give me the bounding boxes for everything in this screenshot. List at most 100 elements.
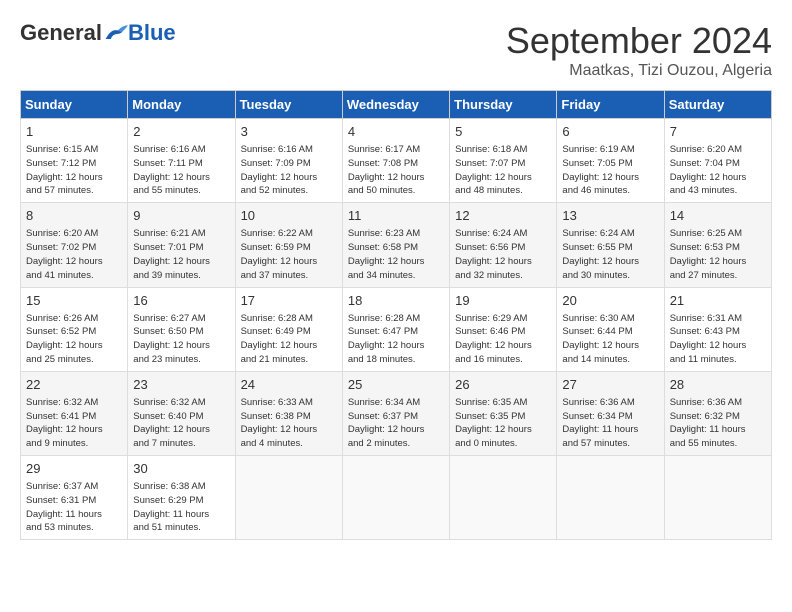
day-number: 3 — [241, 123, 337, 141]
day-number: 11 — [348, 207, 444, 225]
day-number: 10 — [241, 207, 337, 225]
weekday-header-monday: Monday — [128, 91, 235, 119]
calendar-day-cell: 9 Sunrise: 6:21 AM Sunset: 7:01 PM Daylig… — [128, 203, 235, 287]
calendar-day-cell: 14 Sunrise: 6:25 AM Sunset: 6:53 PM Dayli… — [664, 203, 771, 287]
day-number: 25 — [348, 376, 444, 394]
day-info: Sunrise: 6:30 AM Sunset: 6:44 PM Dayligh… — [562, 312, 658, 367]
day-info: Sunrise: 6:32 AM Sunset: 6:41 PM Dayligh… — [26, 396, 122, 451]
weekday-header-wednesday: Wednesday — [342, 91, 449, 119]
day-info: Sunrise: 6:19 AM Sunset: 7:05 PM Dayligh… — [562, 143, 658, 198]
calendar-title-area: September 2024 Maatkas, Tizi Ouzou, Alge… — [506, 20, 772, 80]
day-info: Sunrise: 6:18 AM Sunset: 7:07 PM Dayligh… — [455, 143, 551, 198]
calendar-day-cell: 30 Sunrise: 6:38 AM Sunset: 6:29 PM Dayli… — [128, 456, 235, 540]
day-number: 4 — [348, 123, 444, 141]
calendar-day-cell: 6 Sunrise: 6:19 AM Sunset: 7:05 PM Daylig… — [557, 119, 664, 203]
day-info: Sunrise: 6:24 AM Sunset: 6:55 PM Dayligh… — [562, 227, 658, 282]
day-info: Sunrise: 6:21 AM Sunset: 7:01 PM Dayligh… — [133, 227, 229, 282]
day-number: 24 — [241, 376, 337, 394]
day-info: Sunrise: 6:17 AM Sunset: 7:08 PM Dayligh… — [348, 143, 444, 198]
day-info: Sunrise: 6:26 AM Sunset: 6:52 PM Dayligh… — [26, 312, 122, 367]
calendar-empty-cell — [235, 456, 342, 540]
day-number: 27 — [562, 376, 658, 394]
calendar-week-row: 22 Sunrise: 6:32 AM Sunset: 6:41 PM Dayli… — [21, 371, 772, 455]
day-info: Sunrise: 6:24 AM Sunset: 6:56 PM Dayligh… — [455, 227, 551, 282]
day-number: 12 — [455, 207, 551, 225]
calendar-day-cell: 7Sunrise: 6:20 AM Sunset: 7:04 PM Daylig… — [664, 119, 771, 203]
day-number: 18 — [348, 292, 444, 310]
calendar-empty-cell — [450, 456, 557, 540]
calendar-day-cell: 26 Sunrise: 6:35 AM Sunset: 6:35 PM Dayli… — [450, 371, 557, 455]
logo-blue-text: Blue — [128, 20, 176, 46]
month-title: September 2024 — [506, 20, 772, 62]
day-number: 16 — [133, 292, 229, 310]
calendar-day-cell: 11 Sunrise: 6:23 AM Sunset: 6:58 PM Dayli… — [342, 203, 449, 287]
calendar-empty-cell — [664, 456, 771, 540]
calendar-day-cell: 15 Sunrise: 6:26 AM Sunset: 6:52 PM Dayli… — [21, 287, 128, 371]
day-info: Sunrise: 6:31 AM Sunset: 6:43 PM Dayligh… — [670, 312, 766, 367]
calendar-empty-cell — [557, 456, 664, 540]
logo: General Blue — [20, 20, 176, 46]
day-info: Sunrise: 6:20 AM Sunset: 7:02 PM Dayligh… — [26, 227, 122, 282]
calendar-day-cell: 5 Sunrise: 6:18 AM Sunset: 7:07 PM Daylig… — [450, 119, 557, 203]
calendar-day-cell: 27 Sunrise: 6:36 AM Sunset: 6:34 PM Dayli… — [557, 371, 664, 455]
logo-general-text: General — [20, 20, 102, 46]
calendar-day-cell: 8 Sunrise: 6:20 AM Sunset: 7:02 PM Daylig… — [21, 203, 128, 287]
calendar-day-cell: 24 Sunrise: 6:33 AM Sunset: 6:38 PM Dayli… — [235, 371, 342, 455]
day-number: 15 — [26, 292, 122, 310]
calendar-day-cell: 3 Sunrise: 6:16 AM Sunset: 7:09 PM Daylig… — [235, 119, 342, 203]
day-info: Sunrise: 6:22 AM Sunset: 6:59 PM Dayligh… — [241, 227, 337, 282]
day-info: Sunrise: 6:35 AM Sunset: 6:35 PM Dayligh… — [455, 396, 551, 451]
day-info: Sunrise: 6:36 AM Sunset: 6:34 PM Dayligh… — [562, 396, 658, 451]
day-number: 8 — [26, 207, 122, 225]
day-number: 20 — [562, 292, 658, 310]
day-number: 26 — [455, 376, 551, 394]
weekday-header-sunday: Sunday — [21, 91, 128, 119]
day-number: 28 — [670, 376, 766, 394]
calendar-day-cell: 2 Sunrise: 6:16 AM Sunset: 7:11 PM Daylig… — [128, 119, 235, 203]
calendar-day-cell: 20 Sunrise: 6:30 AM Sunset: 6:44 PM Dayli… — [557, 287, 664, 371]
day-info: Sunrise: 6:34 AM Sunset: 6:37 PM Dayligh… — [348, 396, 444, 451]
day-number: 23 — [133, 376, 229, 394]
day-info: Sunrise: 6:28 AM Sunset: 6:47 PM Dayligh… — [348, 312, 444, 367]
weekday-header-friday: Friday — [557, 91, 664, 119]
calendar-day-cell: 19 Sunrise: 6:29 AM Sunset: 6:46 PM Dayli… — [450, 287, 557, 371]
calendar-day-cell: 29Sunrise: 6:37 AM Sunset: 6:31 PM Dayli… — [21, 456, 128, 540]
calendar-week-row: 8 Sunrise: 6:20 AM Sunset: 7:02 PM Daylig… — [21, 203, 772, 287]
calendar-day-cell: 17Sunrise: 6:28 AM Sunset: 6:49 PM Dayli… — [235, 287, 342, 371]
weekday-header-row: SundayMondayTuesdayWednesdayThursdayFrid… — [21, 91, 772, 119]
day-number: 2 — [133, 123, 229, 141]
location-title: Maatkas, Tizi Ouzou, Algeria — [506, 62, 772, 80]
day-number: 21 — [670, 292, 766, 310]
day-number: 22 — [26, 376, 122, 394]
page-header: General Blue September 2024 Maatkas, Tiz… — [20, 20, 772, 80]
day-info: Sunrise: 6:33 AM Sunset: 6:38 PM Dayligh… — [241, 396, 337, 451]
day-number: 13 — [562, 207, 658, 225]
day-info: Sunrise: 6:36 AM Sunset: 6:32 PM Dayligh… — [670, 396, 766, 451]
day-info: Sunrise: 6:23 AM Sunset: 6:58 PM Dayligh… — [348, 227, 444, 282]
calendar-day-cell: 10 Sunrise: 6:22 AM Sunset: 6:59 PM Dayli… — [235, 203, 342, 287]
calendar-week-row: 15 Sunrise: 6:26 AM Sunset: 6:52 PM Dayli… — [21, 287, 772, 371]
calendar-day-cell: 23 Sunrise: 6:32 AM Sunset: 6:40 PM Dayli… — [128, 371, 235, 455]
day-number: 9 — [133, 207, 229, 225]
day-info: Sunrise: 6:25 AM Sunset: 6:53 PM Dayligh… — [670, 227, 766, 282]
calendar-day-cell: 21 Sunrise: 6:31 AM Sunset: 6:43 PM Dayli… — [664, 287, 771, 371]
weekday-header-thursday: Thursday — [450, 91, 557, 119]
day-number: 30 — [133, 460, 229, 478]
day-number: 5 — [455, 123, 551, 141]
day-number: 14 — [670, 207, 766, 225]
calendar-table: SundayMondayTuesdayWednesdayThursdayFrid… — [20, 90, 772, 540]
day-info: Sunrise: 6:28 AM Sunset: 6:49 PM Dayligh… — [241, 312, 337, 367]
day-number: 7 — [670, 123, 766, 141]
day-info: Sunrise: 6:27 AM Sunset: 6:50 PM Dayligh… — [133, 312, 229, 367]
calendar-day-cell: 1Sunrise: 6:15 AM Sunset: 7:12 PM Daylig… — [21, 119, 128, 203]
day-info: Sunrise: 6:16 AM Sunset: 7:09 PM Dayligh… — [241, 143, 337, 198]
day-info: Sunrise: 6:29 AM Sunset: 6:46 PM Dayligh… — [455, 312, 551, 367]
day-info: Sunrise: 6:16 AM Sunset: 7:11 PM Dayligh… — [133, 143, 229, 198]
calendar-day-cell: 25 Sunrise: 6:34 AM Sunset: 6:37 PM Dayli… — [342, 371, 449, 455]
calendar-day-cell: 12 Sunrise: 6:24 AM Sunset: 6:56 PM Dayli… — [450, 203, 557, 287]
day-info: Sunrise: 6:38 AM Sunset: 6:29 PM Dayligh… — [133, 480, 229, 535]
day-info: Sunrise: 6:32 AM Sunset: 6:40 PM Dayligh… — [133, 396, 229, 451]
day-number: 6 — [562, 123, 658, 141]
calendar-day-cell: 28 Sunrise: 6:36 AM Sunset: 6:32 PM Dayli… — [664, 371, 771, 455]
day-number: 19 — [455, 292, 551, 310]
